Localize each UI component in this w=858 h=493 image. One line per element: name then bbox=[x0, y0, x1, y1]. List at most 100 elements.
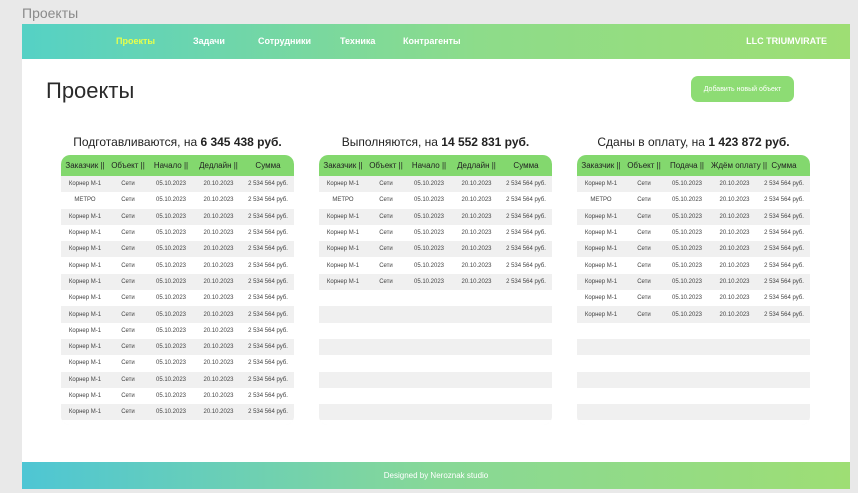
table-row[interactable]: Корнер М-1 Сети 05.10.2023 20.10.2023 2 534 … bbox=[61, 257, 294, 274]
empty-row bbox=[319, 420, 552, 425]
table-cell: Корнер М-1 bbox=[68, 246, 102, 253]
panel-title-amount: 6 345 438 руб. bbox=[200, 135, 282, 149]
table-cell: Корнер М-1 bbox=[68, 376, 102, 383]
table-row[interactable]: Корнер М-1 Сети 05.10.2023 20.10.2023 2 534 … bbox=[577, 257, 810, 274]
empty-row bbox=[319, 322, 552, 339]
table-cell: Сети bbox=[121, 230, 135, 237]
column-header[interactable]: Подача || bbox=[663, 161, 711, 170]
table-row[interactable]: Корнер М-1 Сети 05.10.2023 20.10.2023 2 534 … bbox=[577, 208, 810, 225]
table-row[interactable]: Корнер М-1 Сети 05.10.2023 20.10.2023 2 534 … bbox=[319, 208, 552, 225]
table-row[interactable]: Корнер М-1 Сети 05.10.2023 20.10.2023 2 534 … bbox=[319, 241, 552, 258]
table-cell: Сети bbox=[121, 213, 135, 220]
column-header[interactable]: Сумма bbox=[758, 161, 810, 170]
table-cell: 20.10.2023 bbox=[719, 311, 750, 318]
table-row[interactable]: Корнер М-1 Сети 05.10.2023 20.10.2023 2 534 … bbox=[61, 208, 294, 225]
column-header[interactable]: Заказчик || bbox=[577, 161, 625, 170]
table-cell: 2 534 564 руб. bbox=[248, 230, 288, 237]
column-header[interactable]: Объект || bbox=[625, 161, 663, 170]
table-body: Корнер М-1 Сети 05.10.2023 20.10.2023 2 534 … bbox=[319, 176, 552, 425]
table-row[interactable]: Корнер М-1 Сети 05.10.2023 20.10.2023 2 534 … bbox=[61, 224, 294, 242]
nav-tasks[interactable]: Задачи bbox=[193, 36, 225, 46]
table-cell: Корнер М-1 bbox=[326, 262, 360, 269]
table-row[interactable]: Корнер М-1 Сети 05.10.2023 20.10.2023 2 534 … bbox=[61, 371, 294, 388]
table-row[interactable]: Корнер М-1 Сети 05.10.2023 20.10.2023 2 534 … bbox=[61, 306, 294, 323]
table-cell: 20.10.2023 bbox=[719, 213, 750, 220]
table-row[interactable]: Корнер М-1 Сети 05.10.2023 20.10.2023 2 534 … bbox=[61, 387, 294, 405]
column-header[interactable]: Заказчик || bbox=[61, 161, 109, 170]
table-row[interactable]: Корнер М-1 Сети 05.10.2023 20.10.2023 2 534 … bbox=[61, 338, 294, 356]
table-cell: 2 534 564 руб. bbox=[248, 360, 288, 367]
table-cell: 2 534 564 руб. bbox=[764, 230, 804, 237]
empty-row bbox=[577, 371, 810, 388]
column-header[interactable]: Дедлайн || bbox=[195, 161, 242, 170]
table-row[interactable]: Корнер М-1 Сети 05.10.2023 20.10.2023 2 534 … bbox=[61, 404, 294, 421]
table-cell: Сети bbox=[121, 409, 135, 416]
table-cell: Сети bbox=[379, 278, 393, 285]
table-row[interactable]: МЕТРО Сети 05.10.2023 20.10.2023 2 534 564 р… bbox=[61, 192, 294, 209]
table-cell: Корнер М-1 bbox=[584, 213, 618, 220]
table-cell: Сети bbox=[379, 230, 393, 237]
panel-title: Сданы в оплату, на 1 423 872 руб. bbox=[577, 135, 810, 153]
table-cell: Корнер М-1 bbox=[68, 327, 102, 334]
table-cell: МЕТРО bbox=[590, 197, 612, 204]
table-row[interactable]: Корнер М-1 Сети 05.10.2023 20.10.2023 2 534 … bbox=[61, 273, 294, 291]
table-row[interactable]: Корнер М-1 Сети 05.10.2023 20.10.2023 2 534 … bbox=[61, 355, 294, 372]
table-cell: Сети bbox=[121, 246, 135, 253]
table-cell: Сети bbox=[637, 262, 651, 269]
window-title: Проекты bbox=[22, 5, 79, 21]
nav-employees[interactable]: Сотрудники bbox=[258, 36, 311, 46]
table-row[interactable]: Корнер М-1 Сети 05.10.2023 20.10.2023 2 534 … bbox=[577, 273, 810, 291]
column-header[interactable]: Объект || bbox=[367, 161, 405, 170]
table-cell: 2 534 564 руб. bbox=[506, 230, 546, 237]
table-row[interactable]: Корнер М-1 Сети 05.10.2023 20.10.2023 2 534 … bbox=[319, 224, 552, 242]
table-cell: 20.10.2023 bbox=[203, 393, 234, 399]
table-row[interactable]: Корнер М-1 Сети 05.10.2023 20.10.2023 2 534 … bbox=[61, 322, 294, 339]
column-header[interactable]: Заказчик || bbox=[319, 161, 367, 170]
table-cell: Сети bbox=[637, 197, 651, 204]
table-row[interactable]: Корнер М-1 Сети 05.10.2023 20.10.2023 2 534 … bbox=[577, 241, 810, 258]
table-cell: 20.10.2023 bbox=[719, 278, 750, 285]
table-row[interactable]: МЕТРО Сети 05.10.2023 20.10.2023 2 534 564 р… bbox=[319, 192, 552, 209]
column-header[interactable]: Объект || bbox=[109, 161, 147, 170]
table-body: Корнер М-1 Сети 05.10.2023 20.10.2023 2 534 … bbox=[577, 176, 810, 425]
column-header[interactable]: Начало || bbox=[405, 161, 453, 170]
panel-preparing: Подготавливаются, на 6 345 438 руб. Зака… bbox=[61, 135, 294, 425]
table-cell: 05.10.2023 bbox=[155, 376, 187, 383]
table-row[interactable]: Корнер М-1 Сети 05.10.2023 20.10.2023 2 534 … bbox=[577, 176, 810, 193]
table-row[interactable]: МЕТРО Сети 05.10.2023 20.10.2023 2 534 564 р… bbox=[577, 192, 810, 209]
table-cell: Сети bbox=[637, 181, 651, 188]
empty-row bbox=[577, 404, 810, 421]
nav-equipment[interactable]: Техника bbox=[340, 36, 375, 46]
table-cell: Корнер М-1 bbox=[68, 393, 102, 399]
empty-row bbox=[319, 387, 552, 405]
table-row[interactable]: Корнер М-1 Сети 05.10.2023 20.10.2023 2 534 … bbox=[577, 290, 810, 307]
table-row[interactable]: Корнер М-1 Сети 05.10.2023 20.10.2023 2 534 … bbox=[319, 257, 552, 274]
nav-projects[interactable]: Проекты bbox=[116, 36, 155, 46]
table-cell: 05.10.2023 bbox=[155, 360, 187, 367]
table-cell: 05.10.2023 bbox=[671, 246, 703, 253]
table-cell: 2 534 564 руб. bbox=[764, 246, 804, 253]
column-header[interactable]: Дедлайн || bbox=[453, 161, 500, 170]
table-cell: Корнер М-1 bbox=[584, 311, 618, 318]
column-header[interactable]: Начало || bbox=[147, 161, 195, 170]
table-cell: 20.10.2023 bbox=[461, 181, 492, 188]
table-cell: 20.10.2023 bbox=[203, 230, 234, 237]
table-cell: Корнер М-1 bbox=[68, 295, 102, 302]
table-row[interactable]: Корнер М-1 Сети 05.10.2023 20.10.2023 2 534 … bbox=[577, 224, 810, 242]
table-row[interactable]: Корнер М-1 Сети 05.10.2023 20.10.2023 2 534 … bbox=[61, 176, 294, 193]
table-row[interactable]: Корнер М-1 Сети 05.10.2023 20.10.2023 2 534 … bbox=[319, 176, 552, 193]
column-header[interactable]: Ждём оплату || bbox=[711, 161, 767, 170]
nav-contractors[interactable]: Контрагенты bbox=[403, 36, 461, 46]
table-cell: Корнер М-1 bbox=[584, 230, 618, 237]
table-row[interactable]: Корнер М-1 Сети 05.10.2023 20.10.2023 2 534 … bbox=[319, 273, 552, 291]
table-cell: 2 534 564 руб. bbox=[764, 197, 804, 204]
column-header[interactable]: Сумма bbox=[242, 161, 294, 170]
table-cell: Сети bbox=[121, 181, 135, 188]
table-row[interactable]: Корнер М-1 Сети 05.10.2023 20.10.2023 2 534 … bbox=[61, 290, 294, 307]
add-object-button[interactable]: Добавить новый объект bbox=[691, 76, 794, 102]
table-row[interactable]: Корнер М-1 Сети 05.10.2023 20.10.2023 2 534 … bbox=[577, 306, 810, 323]
table-row[interactable]: Корнер М-1 Сети 05.10.2023 20.10.2023 2 534 … bbox=[61, 241, 294, 258]
company-name[interactable]: LLC TRIUMVIRATE bbox=[746, 36, 827, 46]
table-cell: Корнер М-1 bbox=[326, 246, 360, 253]
column-header[interactable]: Сумма bbox=[500, 161, 552, 170]
